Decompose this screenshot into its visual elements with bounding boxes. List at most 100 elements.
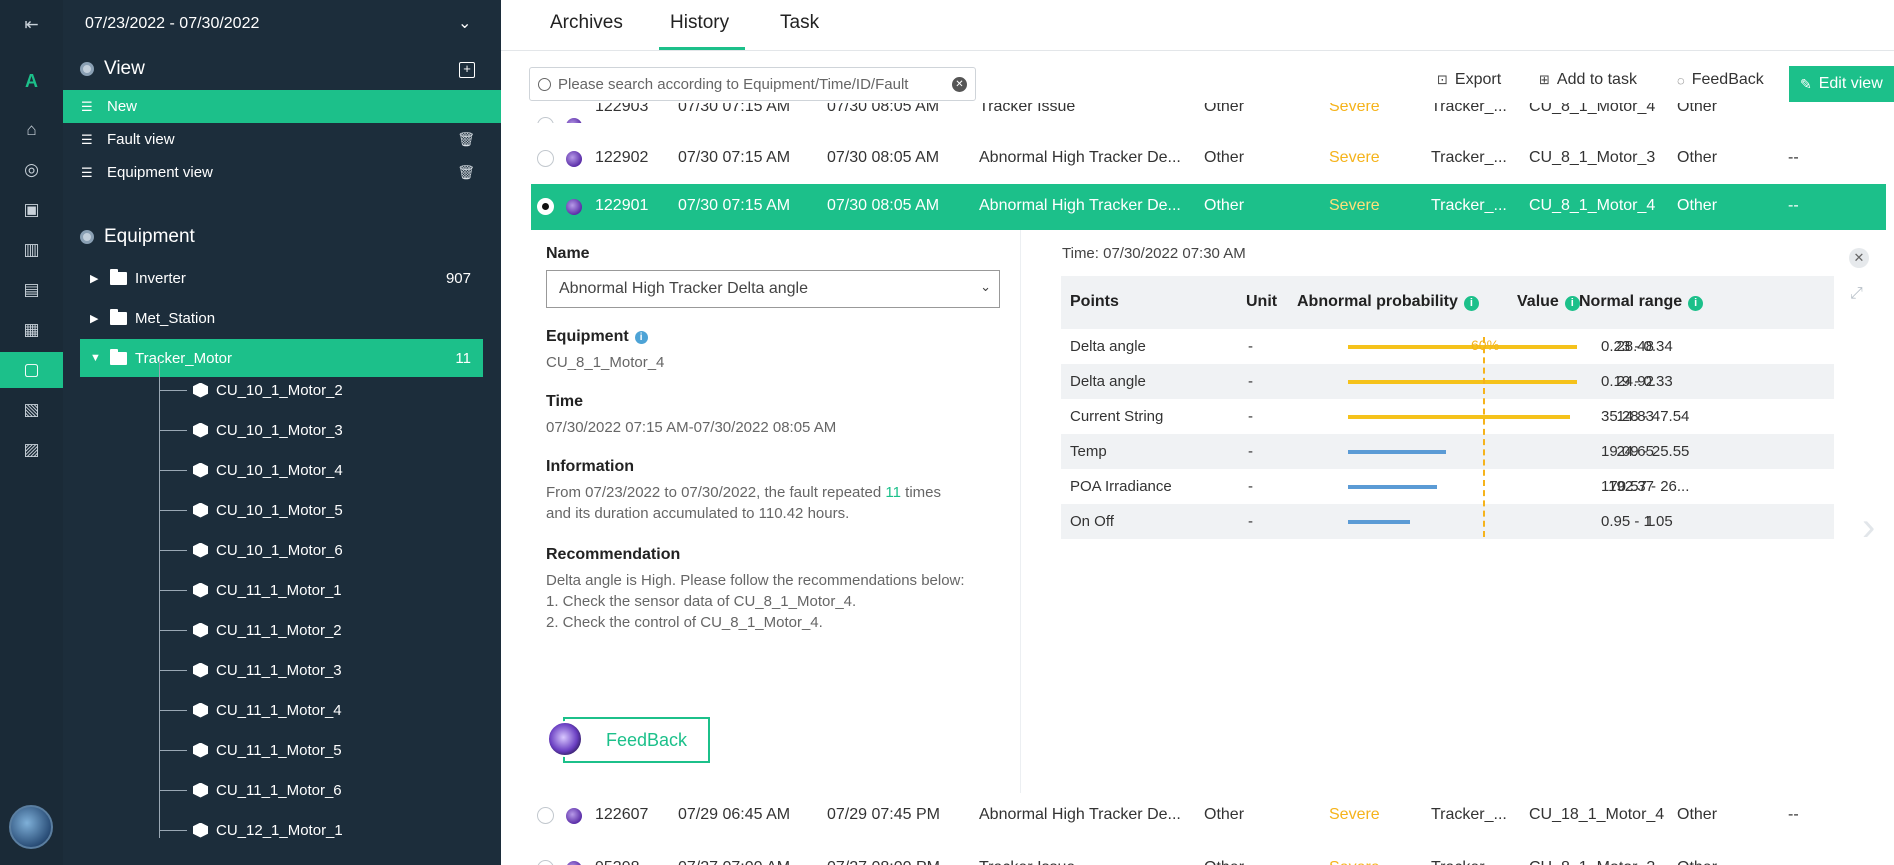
table-row[interactable]: 122607 07/29 06:45 AM 07/29 07:45 PM Abnorm… (531, 793, 1886, 839)
tree-leaf-label: CU_11_1_Motor_3 (216, 661, 342, 679)
detail-feedback-button[interactable]: FeedBack (563, 717, 710, 763)
row-radio[interactable] (537, 117, 554, 123)
info-text-end: and its duration accumulated to 110.42 h… (546, 505, 850, 522)
view-item-equipment[interactable]: ☰ Equipment view 🗑 (63, 156, 501, 189)
diagnosis-icon[interactable]: ▢ (0, 352, 63, 388)
info-icon[interactable]: i (1564, 296, 1580, 311)
tab-archives[interactable]: Archives (550, 12, 623, 34)
collapse-icon[interactable]: ⇤ (0, 7, 63, 43)
cell-severity: Severe (1329, 149, 1380, 166)
row-radio[interactable] (537, 198, 554, 215)
point-normal-range: 19.09 - 25.55 (1601, 443, 1690, 460)
cell-end: 07/29 07:45 PM (827, 806, 940, 823)
expand-icon[interactable]: ⤢ (1850, 285, 1863, 303)
chart-icon[interactable]: ▣ (0, 192, 63, 228)
expand-arrow-icon[interactable]: ▶ (90, 272, 104, 285)
folder-count: 11 (455, 349, 471, 367)
dashboard-icon[interactable]: ◎ (0, 152, 63, 188)
row-radio[interactable] (537, 150, 554, 167)
tree-leaf-label: CU_11_1_Motor_4 (216, 701, 342, 719)
collapse-arrow-icon[interactable]: ▼ (90, 352, 104, 364)
document-icon[interactable]: ▧ (0, 392, 63, 428)
add-to-task-button[interactable]: ⊞ Add to task (1539, 71, 1637, 89)
tree-leaf-item[interactable]: CU_10_1_Motor_4 (193, 458, 343, 482)
tree-leaf-item[interactable]: CU_11_1_Motor_1 (193, 578, 342, 602)
chevron-down-icon[interactable]: ⌄ (458, 13, 471, 33)
edit-view-button[interactable]: ✎ Edit view (1789, 66, 1894, 102)
fault-detail-info: Name Abnormal High Tracker Delta angle ⌄… (531, 230, 1021, 793)
report-icon[interactable]: ▨ (0, 432, 63, 468)
col-prob-label: Abnormal probability (1297, 293, 1458, 310)
info-icon[interactable]: i (1688, 296, 1704, 311)
points-panel: Time: 07/30/2022 07:30 AM ✕ ⤢ Points Uni… (1022, 230, 1886, 793)
probability-bar (1348, 450, 1446, 454)
export-button[interactable]: ⊡ Export (1437, 71, 1501, 89)
trash-icon[interactable]: 🗑 (457, 164, 475, 181)
tree-leaf-item[interactable]: CU_11_1_Motor_6 (193, 778, 342, 802)
point-normal-range: 170.57 - 26... (1601, 478, 1690, 495)
tree-leaf-item[interactable]: CU_11_1_Motor_4 (193, 698, 342, 722)
analytics-icon[interactable]: ▦ (0, 312, 63, 348)
tree-folder-tracker-motor[interactable]: ▼ Tracker_Motor 11 (80, 339, 483, 377)
table-row[interactable]: 122902 07/30 07:15 AM 07/30 08:05 AM Abnorm… (531, 136, 1886, 182)
device-icon (193, 542, 208, 558)
bar-chart-icon[interactable]: ▥ (0, 232, 63, 268)
cell-id: 122902 (595, 149, 649, 166)
view-item-new[interactable]: ☰ New (63, 90, 501, 123)
export-icon: ⊡ (1437, 72, 1448, 87)
col-unit: Unit (1246, 293, 1278, 310)
tree-folder-inverter[interactable]: ▶ Inverter 907 (80, 259, 483, 297)
view-item-fault[interactable]: ☰ Fault view 🗑 (63, 123, 501, 156)
folder-label: Tracker_Motor (135, 349, 232, 367)
user-avatar[interactable] (9, 805, 53, 849)
equipment-section-title: Equipment (104, 226, 195, 247)
info-icon[interactable]: i (1463, 296, 1479, 311)
folder-icon (110, 348, 127, 365)
tree-folder-met-station[interactable]: ▶ Met_Station (80, 299, 483, 337)
monitor-icon[interactable]: ▤ (0, 272, 63, 308)
tree-leaf-item[interactable]: CU_10_1_Motor_2 (193, 378, 343, 402)
tree-leaf-item[interactable]: CU_11_1_Motor_2 (193, 618, 342, 642)
table-row[interactable]: 95398 07/27 07:00 AM 07/27 08:00 PM Tracker… (531, 846, 1886, 865)
add-to-task-label: Add to task (1556, 71, 1637, 88)
section-dot-icon (80, 62, 94, 76)
date-range[interactable]: 07/23/2022 - 07/30/2022 (85, 15, 259, 33)
tab-history[interactable]: History (670, 12, 729, 34)
info-icon[interactable]: i (634, 331, 648, 344)
row-radio[interactable] (537, 860, 554, 865)
threshold-line (1483, 337, 1485, 537)
cell-end: 07/30 08:05 AM (827, 197, 940, 214)
tree-leaf-item[interactable]: CU_10_1_Motor_3 (193, 418, 343, 442)
tree-connector (159, 630, 187, 631)
cell-equipment: CU_8_1_Motor_3 (1529, 149, 1656, 166)
search-input[interactable]: Please search according to Equipment/Tim… (529, 67, 976, 101)
tree-leaf-item[interactable]: CU_10_1_Motor_5 (193, 498, 343, 522)
trash-icon[interactable]: 🗑 (457, 131, 475, 148)
cell-type: Tracker_... (1431, 859, 1507, 865)
tree-leaf-item[interactable]: CU_11_1_Motor_3 (193, 658, 342, 682)
tree-leaf-item[interactable]: CU_12_1_Motor_13 (193, 818, 531, 842)
expand-arrow-icon[interactable]: ▶ (90, 312, 104, 325)
points-row: POA Irradiance -192.37 170.57 - 26... (1061, 469, 1834, 504)
add-view-icon[interactable]: + (459, 62, 475, 78)
point-normal-range: 35.28 - 47.54 (1601, 408, 1690, 425)
home-icon[interactable]: ⌂ (0, 112, 63, 148)
next-arrow-icon[interactable]: › (1862, 505, 1875, 550)
close-icon[interactable]: ✕ (1849, 248, 1869, 268)
tab-task[interactable]: Task (780, 12, 819, 34)
tree-leaf-item[interactable]: CU_11_1_Motor_5 (193, 738, 342, 762)
recommendation-label: Recommendation (546, 546, 681, 563)
table-row[interactable]: 122903 07/30 07:15 AM 07/30 08:05 AM Tracke… (531, 103, 1886, 123)
table-row[interactable]: 122901 07/30 07:15 AM 07/30 08:05 AM Abnorm… (531, 184, 1886, 230)
time-label: Time (546, 393, 584, 410)
row-radio[interactable] (537, 807, 554, 824)
cell-id: 95398 (595, 859, 640, 865)
cell-status: Other (1677, 149, 1718, 166)
feedback-button[interactable]: ◌ FeedBack (1677, 71, 1764, 89)
app-logo: A (25, 70, 38, 91)
points-row: Delta angle -24.92 0.19 - 0.33 (1061, 364, 1834, 399)
points-table-header: Points Unit Abnormal probability i Value i… (1061, 276, 1834, 329)
clear-icon[interactable]: ✕ (952, 76, 967, 92)
tree-leaf-item[interactable]: CU_10_1_Motor_6 (193, 538, 343, 562)
fault-name-select[interactable]: Abnormal High Tracker Delta angle ⌄ (546, 270, 1000, 308)
